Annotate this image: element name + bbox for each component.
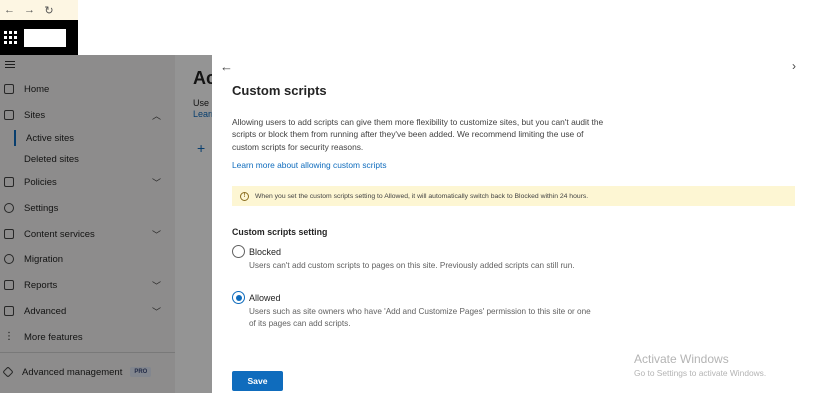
- browser-forward-icon[interactable]: →: [24, 4, 35, 16]
- back-arrow-icon[interactable]: ←: [220, 59, 233, 74]
- browser-back-icon[interactable]: ←: [4, 4, 15, 16]
- warning-icon: !: [240, 191, 249, 201]
- warning-banner: ! When you set the custom scripts settin…: [232, 186, 795, 206]
- blocked-description: Users can't add custom scripts to pages …: [249, 261, 575, 270]
- allowed-label[interactable]: Allowed: [249, 293, 281, 303]
- chevron-right-icon[interactable]: ›: [792, 59, 796, 73]
- blocked-label[interactable]: Blocked: [249, 247, 281, 257]
- watermark-subtitle: Go to Settings to activate Windows.: [634, 368, 767, 378]
- suite-header: [0, 20, 78, 55]
- redacted-app-name: [24, 28, 66, 47]
- browser-refresh-icon[interactable]: ↻: [44, 4, 54, 17]
- allowed-description: Users such as site owners who have 'Add …: [249, 307, 591, 328]
- browser-toolbar: ← → ↻: [0, 0, 78, 20]
- custom-scripts-panel: ← › Custom scripts Allowing users to add…: [212, 55, 816, 393]
- panel-description: Allowing users to add scripts can give t…: [232, 117, 604, 152]
- allowed-radio[interactable]: [232, 291, 245, 304]
- panel-title: Custom scripts: [232, 83, 327, 98]
- learn-more-link[interactable]: Learn more about allowing custom scripts: [232, 160, 387, 170]
- warning-text: When you set the custom scripts setting …: [255, 192, 589, 200]
- blocked-radio[interactable]: [232, 245, 245, 258]
- activate-windows-watermark: Activate Windows Go to Settings to activ…: [634, 352, 766, 378]
- watermark-title: Activate Windows: [634, 352, 729, 366]
- custom-scripts-setting-label: Custom scripts setting: [232, 227, 328, 237]
- waffle-icon[interactable]: [4, 30, 18, 45]
- save-button[interactable]: Save: [232, 371, 283, 391]
- modal-overlay[interactable]: [0, 55, 212, 393]
